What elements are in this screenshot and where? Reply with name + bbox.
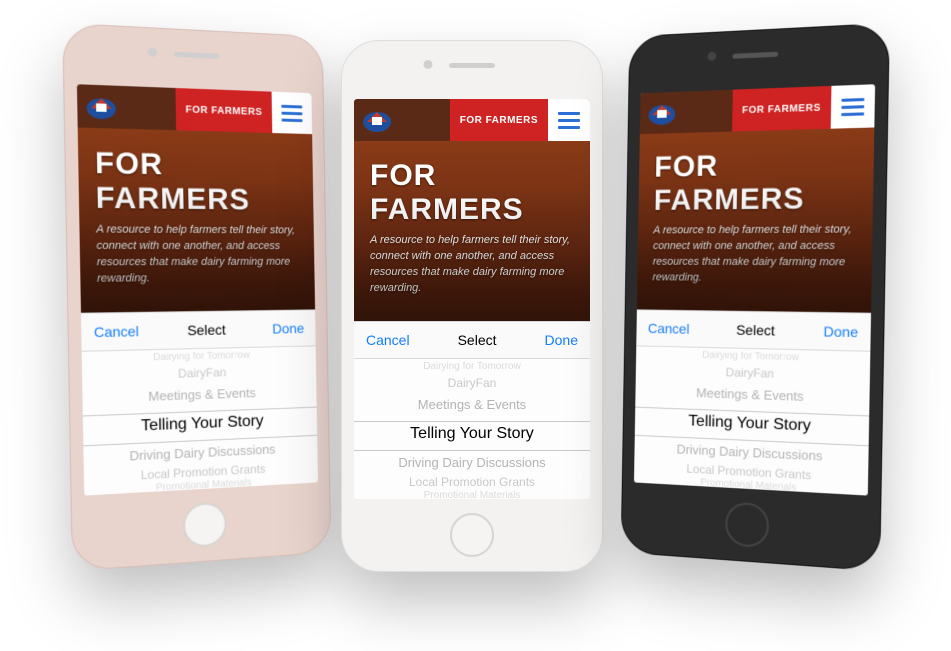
phone-screen: FOR FARMERS FOR FARMERS A resource to he… <box>354 99 590 499</box>
cancel-button[interactable]: Cancel <box>94 323 139 340</box>
picker-sheet: Cancel Select Done Dairying for Tomorrow… <box>81 309 318 495</box>
page-subtitle: A resource to help farmers tell their st… <box>370 233 574 297</box>
device-mockup-stage: FOR FARMERS FOR FARMERS A resource to he… <box>0 0 951 651</box>
picker-option[interactable]: DairyFan <box>354 376 590 390</box>
picker-option[interactable]: Meetings & Events <box>82 383 316 406</box>
picker-wheel[interactable]: Dairying for Tomorrow DairyFan Meetings … <box>82 346 318 495</box>
nav-tab-for-farmers[interactable]: FOR FARMERS <box>175 88 272 133</box>
hamburger-menu-button[interactable] <box>548 99 590 141</box>
picker-sheet: Cancel Select Done Dairying for Tomorrow… <box>354 321 590 499</box>
hero-banner: FOR FARMERS A resource to help farmers t… <box>354 141 590 331</box>
picker-option[interactable]: Dairying for Tomorrow <box>636 348 870 365</box>
page-subtitle: A resource to help farmers tell their st… <box>96 222 300 287</box>
front-camera <box>707 52 716 61</box>
nav-tab-for-farmers[interactable]: FOR FARMERS <box>732 86 832 132</box>
brand-logo[interactable] <box>354 99 400 141</box>
picker-toolbar: Cancel Select Done <box>81 309 316 351</box>
phone-frame: FOR FARMERS FOR FARMERS A resource to he… <box>62 23 331 572</box>
phone-left: FOR FARMERS FOR FARMERS A resource to he… <box>62 23 331 572</box>
picker-title: Select <box>736 322 775 339</box>
phone-frame: FOR FARMERS FOR FARMERS A resource to he… <box>341 40 603 572</box>
home-button[interactable] <box>725 502 769 549</box>
nav-tab-for-farmers[interactable]: FOR FARMERS <box>450 99 548 141</box>
picker-option[interactable]: Meetings & Events <box>635 383 869 406</box>
hamburger-bar-icon <box>558 119 580 122</box>
phone-screen: FOR FARMERS FOR FARMERS A resource to he… <box>634 84 875 495</box>
app-header-bar: FOR FARMERS <box>77 84 312 134</box>
hero-banner: FOR FARMERS A resource to help farmers t… <box>78 127 316 323</box>
hero-banner: FOR FARMERS A resource to help farmers t… <box>637 127 875 323</box>
picker-toolbar: Cancel Select Done <box>636 309 871 351</box>
picker-option[interactable]: Meetings & Events <box>354 397 590 412</box>
app-header-bar: FOR FARMERS <box>640 84 875 134</box>
hamburger-bar-icon <box>281 111 302 115</box>
nav-tab-label: FOR FARMERS <box>460 115 538 126</box>
page-title: FOR FARMERS <box>654 146 858 217</box>
earpiece-speaker <box>449 63 495 68</box>
picker-toolbar: Cancel Select Done <box>354 321 590 359</box>
page-title: FOR FARMERS <box>95 146 299 217</box>
page-subtitle: A resource to help farmers tell their st… <box>652 222 856 287</box>
front-camera <box>148 47 157 57</box>
phone-frame: FOR FARMERS FOR FARMERS A resource to he… <box>621 23 890 572</box>
picker-option[interactable]: Promotional Materials <box>354 490 590 499</box>
picker-option[interactable]: Local Promotion Grants <box>354 475 590 489</box>
hamburger-bar-icon <box>558 126 580 129</box>
picker-wheel[interactable]: Dairying for Tomorrow DairyFan Meetings … <box>634 346 870 495</box>
hamburger-bar-icon <box>282 118 303 122</box>
front-camera <box>424 60 433 69</box>
hamburger-bar-icon <box>281 104 302 108</box>
picker-wheel[interactable]: Dairying for Tomorrow DairyFan Meetings … <box>354 359 590 499</box>
home-button[interactable] <box>183 502 227 549</box>
nav-tab-label: FOR FARMERS <box>185 104 262 118</box>
brand-logo[interactable] <box>640 92 684 135</box>
hamburger-bar-icon <box>558 112 580 115</box>
hamburger-bar-icon <box>841 105 864 109</box>
picker-option-selected[interactable]: Telling Your Story <box>354 425 590 443</box>
picker-title: Select <box>187 322 226 339</box>
hamburger-menu-button[interactable] <box>272 92 313 134</box>
home-button[interactable] <box>450 513 494 557</box>
cancel-button[interactable]: Cancel <box>648 320 690 336</box>
nav-tab-label: FOR FARMERS <box>742 102 821 116</box>
cancel-button[interactable]: Cancel <box>366 332 410 348</box>
done-button[interactable]: Done <box>545 332 578 348</box>
phone-center: FOR FARMERS FOR FARMERS A resource to he… <box>341 40 603 572</box>
hamburger-menu-button[interactable] <box>831 84 875 128</box>
brand-logo[interactable] <box>77 84 126 129</box>
picker-option[interactable]: DairyFan <box>636 363 870 384</box>
page-title: FOR FARMERS <box>370 159 574 227</box>
earpiece-speaker <box>732 52 778 59</box>
app-header-bar: FOR FARMERS <box>354 99 590 141</box>
earpiece-speaker <box>174 52 220 59</box>
picker-title: Select <box>458 332 497 348</box>
hamburger-bar-icon <box>841 112 864 116</box>
phone-right: FOR FARMERS FOR FARMERS A resource to he… <box>621 23 890 572</box>
hamburger-bar-icon <box>841 97 864 101</box>
picker-option[interactable]: Driving Dairy Discussions <box>354 455 590 470</box>
done-button[interactable]: Done <box>823 323 858 340</box>
phone-screen: FOR FARMERS FOR FARMERS A resource to he… <box>77 84 318 495</box>
picker-option[interactable]: Dairying for Tomorrow <box>82 348 316 365</box>
picker-option[interactable]: Dairying for Tomorrow <box>354 361 590 372</box>
done-button[interactable]: Done <box>272 320 304 336</box>
picker-option[interactable]: DairyFan <box>82 363 316 384</box>
picker-sheet: Cancel Select Done Dairying for Tomorrow… <box>634 309 871 495</box>
